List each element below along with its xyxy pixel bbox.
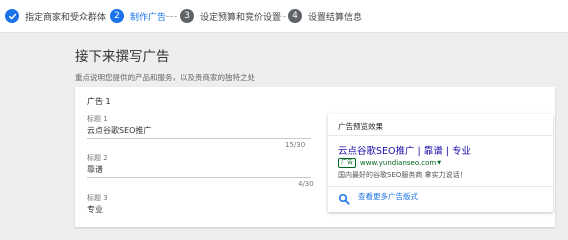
headline2-input[interactable]: 靠谱: [87, 164, 103, 175]
search-icon: [338, 190, 350, 205]
step-label: 设置结算信息: [308, 12, 363, 23]
step-create-ad[interactable]: 2 制作广告: [110, 9, 166, 23]
progress-stepper: 指定商家和受众群体 2 制作广告 3 设定预算和竞价设置 4 设置结算信息: [0, 0, 568, 33]
headline1-label: 标题 1: [87, 115, 108, 123]
headline3-label: 标题 3: [87, 194, 108, 202]
step-number-3: 3: [180, 9, 194, 23]
divider: [328, 186, 553, 187]
headline2-underline: [87, 177, 311, 178]
step-audience[interactable]: 指定商家和受众群体: [5, 9, 106, 23]
step-label: 设定预算和竞价设置: [200, 12, 282, 23]
step-billing[interactable]: 4 设置结算信息: [288, 9, 362, 23]
caret-down-icon: ▼: [437, 160, 442, 166]
more-ad-formats-label: 查看更多广告版式: [358, 191, 418, 201]
step-connector: [92, 16, 105, 17]
headline1-char-count: 15/30: [285, 141, 306, 149]
page-title: 接下来撰写广告: [75, 49, 170, 65]
ad-title: 广告 1: [87, 97, 111, 106]
check-icon: [5, 9, 19, 23]
headline1-underline: [87, 138, 311, 139]
headline2-char-count: 4/30: [298, 180, 314, 188]
step-number-4: 4: [288, 9, 302, 23]
divider: [328, 135, 553, 136]
step-budget[interactable]: 3 设定预算和竞价设置: [180, 9, 281, 23]
preview-title: 广告预览效果: [338, 122, 383, 131]
more-ad-formats-link[interactable]: 查看更多广告版式: [338, 190, 418, 205]
step-connector: [274, 16, 286, 17]
page-subtitle: 重点说明您提供的产品和服务，以及贵商家的独特之处: [75, 73, 255, 82]
headline2-label: 标题 2: [87, 154, 108, 162]
preview-headline-link[interactable]: 云点谷歌SEO推广 | 靠谱 | 专业: [338, 143, 471, 157]
preview-display-url: www.yundianseo.com: [360, 159, 437, 167]
step-label: 制作广告: [130, 12, 167, 23]
step-number-2: 2: [110, 9, 124, 23]
step-connector: [166, 16, 177, 17]
headline3-input[interactable]: 专业: [87, 204, 103, 215]
ad-preview-panel: 广告预览效果 云点谷歌SEO推广 | 靠谱 | 专业 广告 www.yundia…: [328, 114, 553, 212]
headline1-input[interactable]: 云点谷歌SEO推广: [87, 125, 151, 136]
preview-url-row: 广告 www.yundianseo.com ▼: [338, 158, 441, 168]
preview-description: 国内最好的谷歌SEO服务商 拿实力说话！: [338, 171, 467, 179]
ad-badge: 广告: [338, 158, 357, 168]
